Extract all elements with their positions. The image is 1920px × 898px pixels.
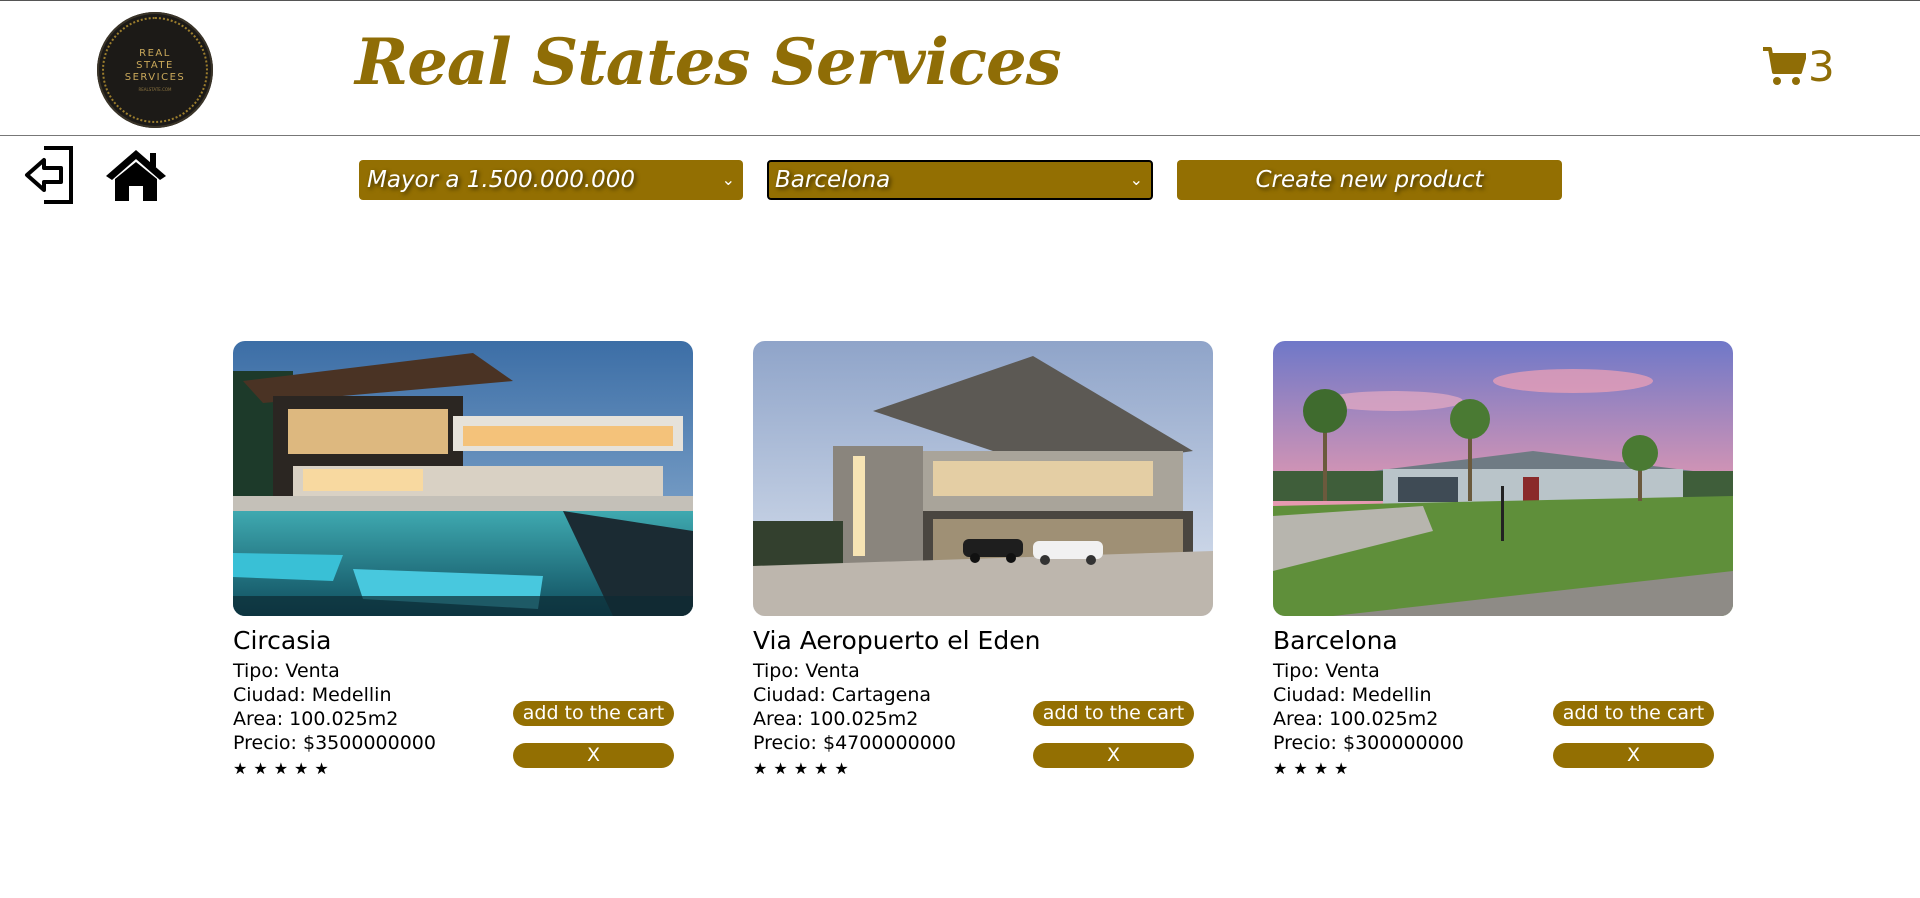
home-icon[interactable] bbox=[104, 148, 168, 202]
star-rating: ★★★★★ bbox=[753, 759, 855, 778]
product-card: Via Aeropuerto el Eden Tipo: Venta Ciuda… bbox=[753, 341, 1213, 781]
product-type: Tipo: Venta bbox=[233, 660, 340, 682]
product-price: Precio: $4700000000 bbox=[753, 732, 956, 754]
product-city: Ciudad: Medellin bbox=[1273, 684, 1432, 706]
add-to-cart-button[interactable]: add to the cart bbox=[1553, 701, 1714, 726]
product-image bbox=[753, 341, 1213, 616]
page-title: Real States Services bbox=[355, 25, 1062, 100]
city-filter-select[interactable]: Barcelona ⌄ bbox=[767, 160, 1153, 200]
product-title: Circasia bbox=[233, 626, 332, 655]
product-type: Tipo: Venta bbox=[1273, 660, 1380, 682]
logout-icon[interactable] bbox=[24, 144, 76, 206]
product-area: Area: 100.025m2 bbox=[753, 708, 919, 730]
star-rating: ★★★★ bbox=[1273, 759, 1355, 778]
add-to-cart-button[interactable]: add to the cart bbox=[513, 701, 674, 726]
logo-ring bbox=[102, 17, 208, 123]
cart-count: 3 bbox=[1808, 42, 1835, 91]
product-card: Circasia Tipo: Venta Ciudad: Medellin Ar… bbox=[233, 341, 693, 781]
product-title: Barcelona bbox=[1273, 626, 1398, 655]
product-card: Barcelona Tipo: Venta Ciudad: Medellin A… bbox=[1273, 341, 1733, 781]
price-filter-value: Mayor a 1.500.000.000 bbox=[367, 167, 636, 193]
price-filter-select[interactable]: Mayor a 1.500.000.000 ⌄ bbox=[359, 160, 743, 200]
remove-product-button[interactable]: X bbox=[1553, 743, 1714, 768]
remove-product-button[interactable]: X bbox=[1033, 743, 1194, 768]
product-city: Ciudad: Cartagena bbox=[753, 684, 932, 706]
star-rating: ★★★★★ bbox=[233, 759, 335, 778]
city-filter-value: Barcelona bbox=[775, 167, 891, 193]
product-image bbox=[233, 341, 693, 616]
add-to-cart-button[interactable]: add to the cart bbox=[1033, 701, 1194, 726]
header-divider bbox=[0, 135, 1920, 136]
chevron-down-icon: ⌄ bbox=[1129, 170, 1143, 189]
product-area: Area: 100.025m2 bbox=[1273, 708, 1439, 730]
remove-product-button[interactable]: X bbox=[513, 743, 674, 768]
logo[interactable]: REAL STATE SERVICES REALSTATE.COM bbox=[97, 12, 213, 128]
product-city: Ciudad: Medellin bbox=[233, 684, 392, 706]
cart-button[interactable]: 3 bbox=[1762, 45, 1835, 89]
product-type: Tipo: Venta bbox=[753, 660, 860, 682]
create-product-button[interactable]: Create new product bbox=[1177, 160, 1562, 200]
product-price: Precio: $3500000000 bbox=[233, 732, 436, 754]
product-image bbox=[1273, 341, 1733, 616]
site-header: REAL STATE SERVICES REALSTATE.COM Real S… bbox=[0, 1, 1920, 136]
product-price: Precio: $300000000 bbox=[1273, 732, 1464, 754]
cart-icon[interactable] bbox=[1762, 46, 1806, 88]
product-title: Via Aeropuerto el Eden bbox=[753, 626, 1041, 655]
product-area: Area: 100.025m2 bbox=[233, 708, 399, 730]
chevron-down-icon: ⌄ bbox=[721, 170, 735, 189]
